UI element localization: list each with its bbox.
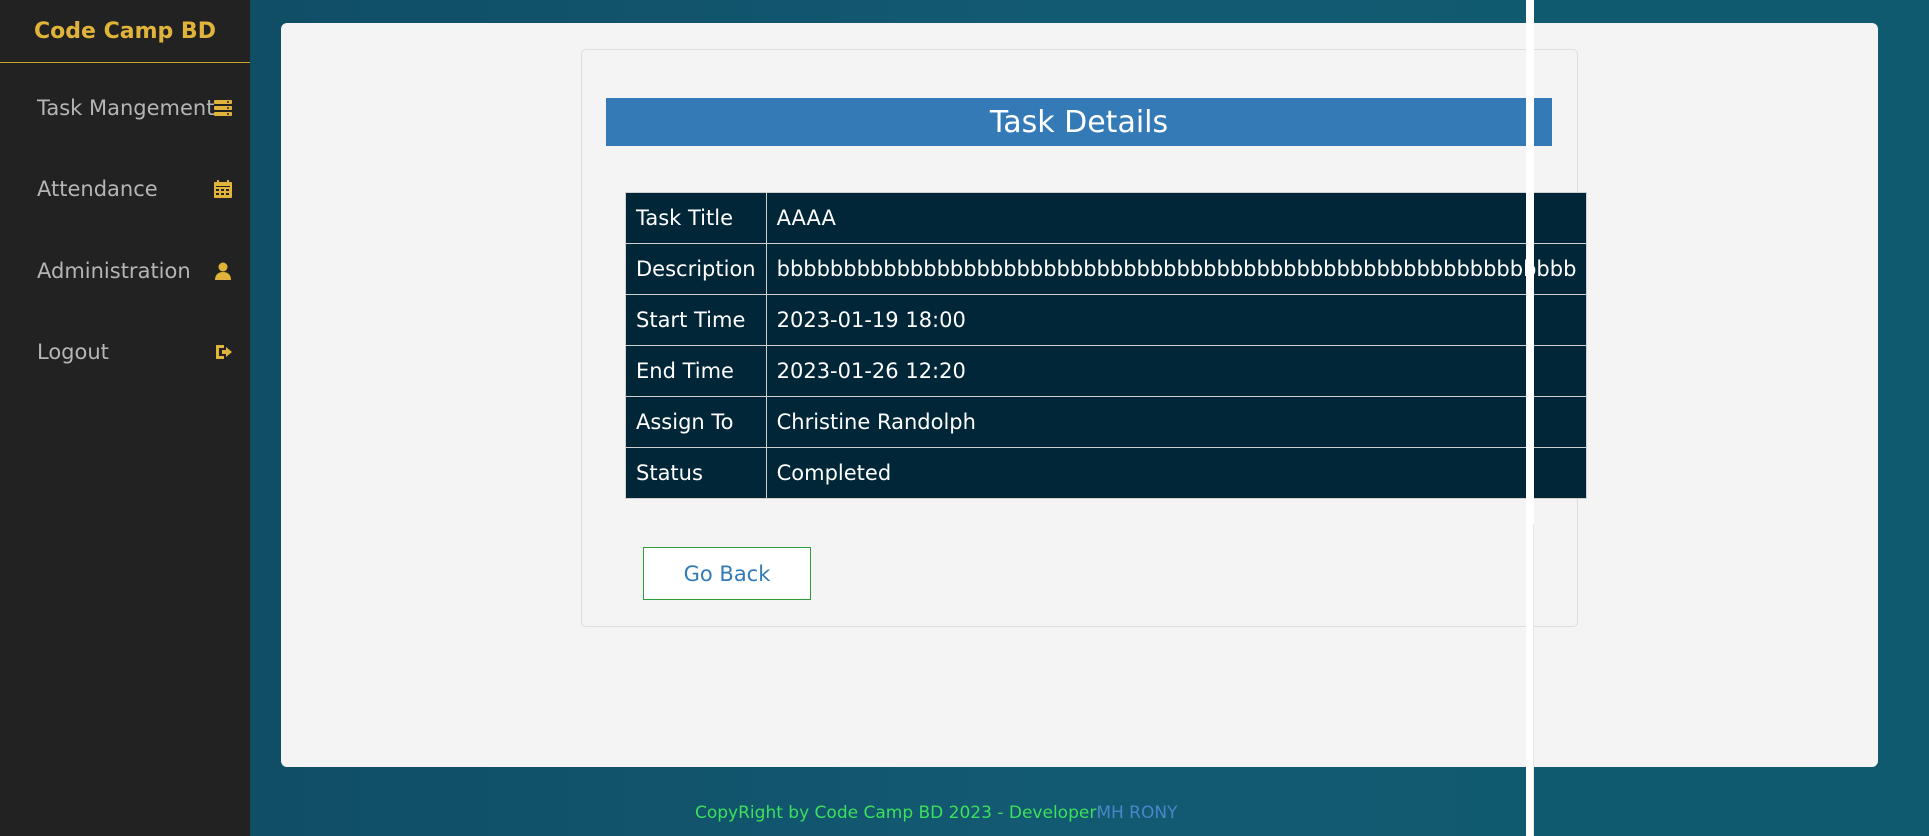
row-key: End Time — [625, 345, 767, 397]
sidebar-item-administration[interactable]: Administration — [0, 251, 250, 291]
row-key: Start Time — [625, 294, 767, 346]
sidebar-item-label: Task Mangement — [37, 96, 215, 120]
table-row: Description bbbbbbbbbbbbbbbbbbbbbbbbbbbb… — [625, 243, 1588, 295]
brand-title[interactable]: Code Camp BD — [0, 0, 250, 63]
row-value: 2023-01-26 12:20 — [765, 345, 1588, 397]
table-row: Status Completed — [625, 447, 1588, 499]
go-back-button[interactable]: Go Back — [643, 547, 811, 600]
row-value: AAAA — [765, 192, 1588, 244]
footer: CopyRight by Code Camp BD 2023 - Develop… — [695, 803, 1177, 823]
vertical-divider-thin — [1533, 524, 1534, 836]
task-details-card: Task Details Task Title AAAA Description… — [581, 49, 1588, 627]
sidebar-item-label: Logout — [37, 340, 109, 364]
row-value: Completed — [765, 447, 1588, 499]
footer-text: CopyRight by Code Camp BD 2023 - Develop… — [695, 803, 1097, 823]
sidebar-item-label: Administration — [37, 259, 191, 283]
logout-icon — [212, 341, 234, 363]
table-row: Assign To Christine Randolph — [625, 396, 1588, 448]
row-key: Status — [625, 447, 767, 499]
calendar-icon — [212, 178, 234, 200]
row-key: Description — [625, 243, 767, 295]
developer-link[interactable]: MH RONY — [1096, 803, 1177, 823]
row-value: Christine Randolph — [765, 396, 1588, 448]
table-row: End Time 2023-01-26 12:20 — [625, 345, 1588, 397]
row-key: Task Title — [625, 192, 767, 244]
sidebar-item-label: Attendance — [37, 177, 158, 201]
tasks-icon — [212, 97, 234, 119]
table-row: Start Time 2023-01-19 18:00 — [625, 294, 1588, 346]
sidebar-item-attendance[interactable]: Attendance — [0, 169, 250, 209]
row-key: Assign To — [625, 396, 767, 448]
sidebar: Code Camp BD Task Mangement Attendance A… — [0, 0, 250, 836]
row-value: 2023-01-19 18:00 — [765, 294, 1588, 346]
main-panel: Task Details Task Title AAAA Description… — [281, 23, 1878, 767]
table-row: Task Title AAAA — [625, 192, 1588, 244]
card-title: Task Details — [606, 98, 1552, 146]
user-icon — [212, 260, 234, 282]
task-details-table: Task Title AAAA Description bbbbbbbbbbbb… — [625, 192, 1588, 499]
row-value: bbbbbbbbbbbbbbbbbbbbbbbbbbbbbbbbbbbbbbbb… — [765, 243, 1588, 295]
sidebar-item-logout[interactable]: Logout — [0, 332, 250, 372]
sidebar-item-task-management[interactable]: Task Mangement — [0, 88, 250, 128]
